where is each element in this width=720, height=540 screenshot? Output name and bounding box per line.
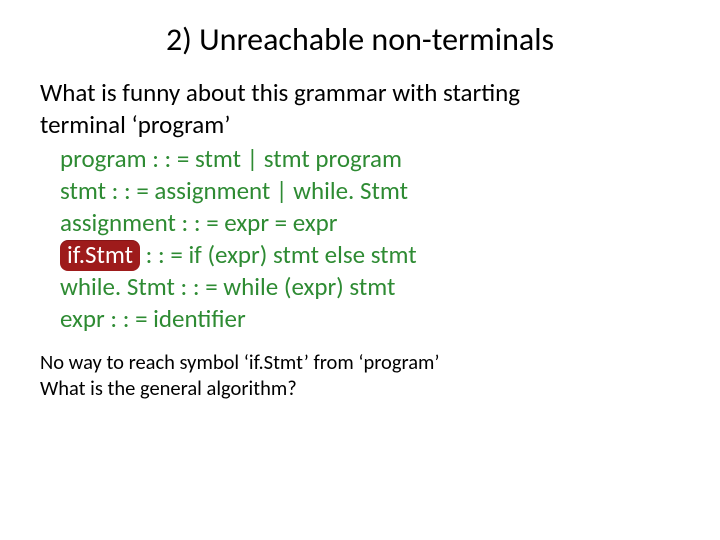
intro-line-2: terminal ‘program’	[40, 109, 231, 140]
grammar-rule-assignment: assignment : : = expr = expr	[60, 207, 680, 239]
intro-line-1: What is funny about this grammar with st…	[40, 77, 520, 108]
grammar-rule-stmt: stmt : : = assignment | while. Stmt	[60, 175, 680, 207]
grammar-rule-ifstmt-rest: : : = if (expr) stmt else stmt	[140, 239, 417, 270]
footer-line-2: What is the general algorithm?	[40, 375, 680, 401]
grammar-rule-expr: expr : : = identifier	[60, 303, 680, 335]
grammar-rule-whilestmt: while. Stmt : : = while (expr) stmt	[60, 271, 680, 303]
slide-footer: No way to reach symbol ‘if.Stmt’ from ‘p…	[0, 335, 720, 401]
footer-line-1: No way to reach symbol ‘if.Stmt’ from ‘p…	[40, 349, 680, 375]
grammar-rule-program: program : : = stmt | stmt program	[60, 143, 680, 175]
grammar-rule-ifstmt: if.Stmt : : = if (expr) stmt else stmt	[60, 239, 680, 271]
slide: 2) Unreachable non-terminals What is fun…	[0, 0, 720, 540]
unreachable-highlight: if.Stmt	[60, 240, 140, 271]
slide-title: 2) Unreachable non-terminals	[0, 0, 720, 77]
slide-body: What is funny about this grammar with st…	[0, 77, 720, 335]
intro-text: What is funny about this grammar with st…	[40, 77, 680, 141]
grammar-block: program : : = stmt | stmt program stmt :…	[40, 143, 680, 335]
